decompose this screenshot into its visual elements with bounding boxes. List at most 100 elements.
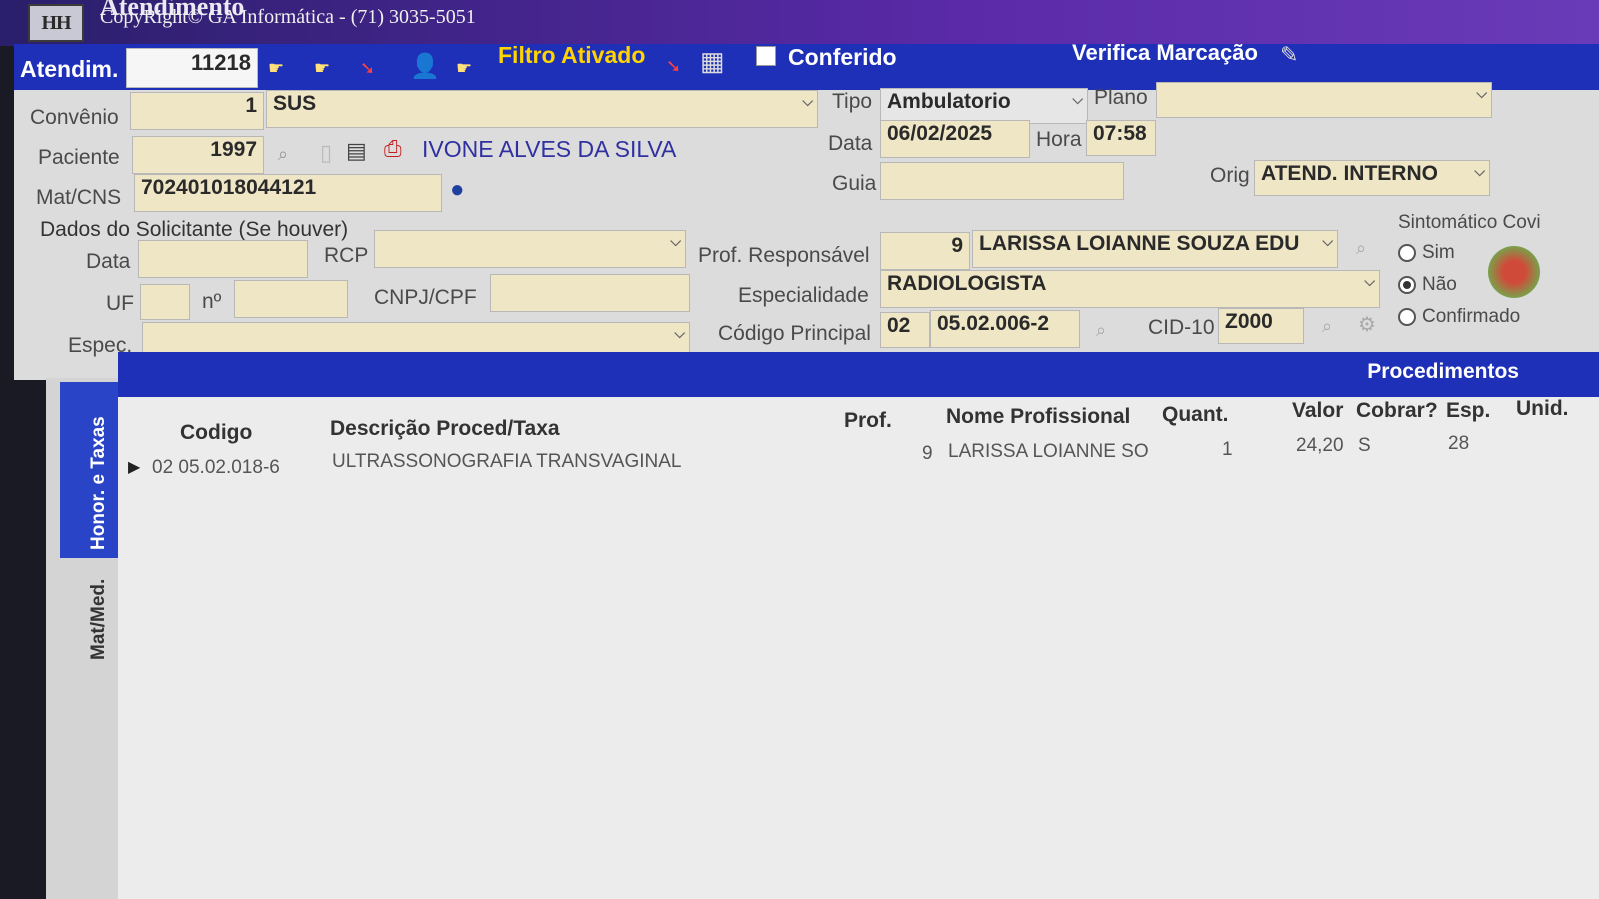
app-logo: HH [28,4,84,42]
filtro-ativado-button[interactable]: Filtro Ativado [498,42,645,69]
codigo-principal-field[interactable]: 05.02.006-2 [930,310,1080,348]
form-area: Convênio 1 SUS ⌵ Tipo Ambulatorio ⌵ Plano … [14,82,1599,380]
hand-pointer-icon[interactable]: ☛ [268,58,284,79]
cid10-label: CID-10 [1148,316,1215,339]
printer-icon[interactable]: ⎙ [384,136,402,162]
prof-responsavel-code-field[interactable]: 9 [880,232,970,270]
column-header-valor[interactable]: Valor [1292,399,1343,423]
column-header-nome-profissional[interactable]: Nome Profissional [946,405,1130,429]
chevron-down-icon[interactable]: ⌵ [1474,163,1485,180]
calculator-icon[interactable]: ▦ [700,46,725,77]
conferido-checkbox[interactable] [756,46,776,66]
chevron-down-icon[interactable]: ⌵ [802,93,813,110]
hora-field[interactable]: 07:58 [1086,120,1156,156]
codigo-grupo-field[interactable]: 02 [880,312,930,348]
document-icon[interactable]: ▤ [346,138,367,164]
especialidade-select[interactable]: RADIOLOGISTA ⌵ [880,270,1380,308]
orig-value: ATEND. INTERNO [1261,162,1438,185]
chevron-down-icon[interactable]: ⌵ [1322,233,1333,250]
especialidade-label: Especialidade [738,284,869,307]
cnpj-field[interactable] [490,274,690,312]
column-header-esp[interactable]: Esp. [1446,399,1490,423]
chevron-down-icon[interactable]: ⌵ [1476,85,1487,102]
cell-prof: 9 [922,443,933,464]
rcp-select[interactable]: ⌵ [374,230,686,268]
chevron-down-icon[interactable]: ⌵ [674,325,685,342]
arrow-icon[interactable]: ➘ [360,58,375,79]
sintomatico-title: Sintomático Covi [1398,212,1541,233]
gear-icon[interactable]: ⚙ [1358,312,1376,337]
tab-honor-taxas-label: Honor. e Taxas [88,416,109,550]
table-row[interactable]: ▶ 02 05.02.018-6 ULTRASSONOGRAFIA TRANSV… [118,433,1599,485]
cell-valor: 24,20 [1296,435,1344,456]
person-icon[interactable]: 👤 [410,52,440,81]
atendim-field[interactable]: 11218 [126,48,258,88]
solicitante-data-field[interactable] [138,240,308,278]
globe-icon[interactable]: ● [450,176,465,204]
codigo-principal-label: Código Principal [718,322,871,345]
convenio-code-field[interactable]: 1 [130,92,264,130]
paciente-label: Paciente [38,146,120,169]
verifica-marcacao-button[interactable]: Verifica Marcação [1072,40,1258,66]
column-header-unid[interactable]: Unid. [1516,397,1569,421]
chevron-down-icon[interactable]: ⌵ [1364,273,1375,290]
procedimentos-title: Procedimentos [1367,360,1519,383]
uf-field[interactable] [140,284,190,320]
column-header-prof[interactable]: Prof. [844,409,892,433]
procedimentos-grid: Codigo Descrição Proced/Taxa Prof. Nome … [118,397,1599,899]
uf-label: UF [106,292,134,315]
orig-label: Orig [1210,164,1250,187]
column-header-codigo[interactable]: Codigo [180,421,252,445]
hand-pointer-icon[interactable]: ☛ [456,58,472,79]
search-icon[interactable]: ⌕ [1356,238,1366,259]
tipo-select[interactable]: Ambulatorio ⌵ [880,88,1088,124]
chevron-down-icon[interactable]: ⌵ [1072,91,1083,108]
arrow-icon[interactable]: ➘ [666,56,681,77]
tipo-value: Ambulatorio [887,90,1011,113]
paciente-code-field[interactable]: 1997 [132,136,264,174]
matcns-label: Mat/CNS [36,186,122,209]
plano-select[interactable]: ⌵ [1156,82,1492,118]
guia-field[interactable] [880,162,1124,200]
cell-nome: LARISSA LOIANNE SO [948,441,1149,462]
matcns-field[interactable]: 702401018044121 [134,174,442,212]
numero-label: nº [202,290,222,313]
sintomatico-sim-radio[interactable] [1398,244,1416,262]
cid10-field[interactable]: Z000 [1218,308,1304,344]
sintomatico-nao-label: Não [1422,274,1457,295]
data-field[interactable]: 06/02/2025 [880,120,1030,158]
pencil-icon[interactable]: ✎ [1280,42,1298,68]
search-icon[interactable]: ⌕ [1322,316,1332,337]
conferido-label: Conferido [788,44,897,70]
paciente-name: IVONE ALVES DA SILVA [422,136,677,162]
row-selector-icon: ▶ [128,459,141,476]
search-icon[interactable]: ⌕ [278,144,288,165]
orig-select[interactable]: ATEND. INTERNO ⌵ [1254,160,1490,196]
cell-esp: 28 [1448,433,1470,454]
column-header-quant[interactable]: Quant. [1162,403,1229,427]
prof-responsavel-select[interactable]: LARISSA LOIANNE SOUZA EDU ⌵ [972,230,1338,268]
cell-descricao: ULTRASSONOGRAFIA TRANSVAGINAL [332,451,682,472]
search-icon[interactable]: ⌕ [1096,320,1106,341]
document-icon[interactable]: ▯ [320,140,332,166]
cell-cobrar: S [1358,435,1371,456]
sintomatico-confirmado-label: Confirmado [1422,306,1521,327]
convenio-select[interactable]: SUS ⌵ [266,90,818,128]
hand-pointer-icon[interactable]: ☛ [314,58,330,79]
chevron-down-icon[interactable]: ⌵ [670,233,681,250]
sintomatico-sim-label: Sim [1422,242,1455,263]
prof-responsavel-value: LARISSA LOIANNE SOUZA EDU [979,232,1300,255]
cell-codigo: 02 05.02.018-6 [152,457,280,478]
rcp-label: RCP [324,244,369,267]
solicitante-data-label: Data [86,250,131,273]
column-header-cobrar[interactable]: Cobrar? [1356,399,1438,423]
numero-field[interactable] [234,280,348,318]
covid-virus-icon [1488,246,1540,298]
sintomatico-confirmado-radio[interactable] [1398,308,1416,326]
sintomatico-nao-radio[interactable] [1398,276,1416,294]
tipo-label: Tipo [832,90,873,113]
prof-responsavel-label: Prof. Responsável [698,244,870,267]
cnpj-label: CNPJ/CPF [374,286,477,309]
column-header-descricao[interactable]: Descrição Proced/Taxa [330,417,560,441]
solicitante-title: Dados do Solicitante (Se houver) [40,218,349,241]
